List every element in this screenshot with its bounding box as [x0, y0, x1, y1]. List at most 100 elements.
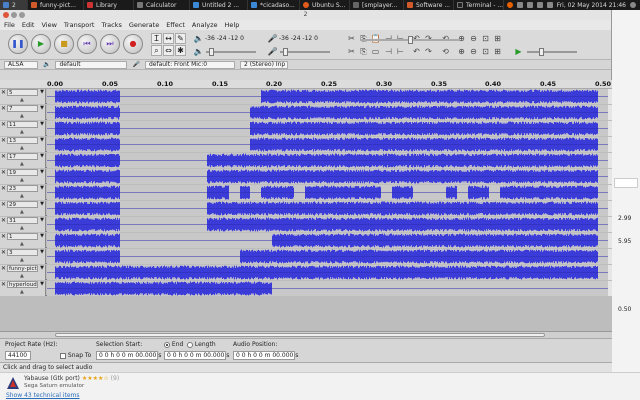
timeline-ruler[interactable]: 0.00 0.05 0.10 0.15 0.20 0.25 0.30 0.35 …: [0, 80, 612, 89]
length-radio[interactable]: Length: [187, 341, 216, 348]
close-track-icon[interactable]: ✕: [1, 201, 6, 208]
waveform-area[interactable]: [47, 169, 608, 184]
track-control-panel[interactable]: ✕ 7 ▼ ▲: [0, 105, 46, 120]
audio-track[interactable]: ✕ 17 ▼ ▲: [0, 153, 612, 168]
close-track-icon[interactable]: ✕: [1, 185, 6, 192]
audio-track[interactable]: ✕ 19 ▼ ▲: [0, 169, 612, 184]
cut-icon[interactable]: ✂: [346, 46, 357, 57]
zoom-tool-button[interactable]: ⌕: [151, 45, 162, 56]
close-track-icon[interactable]: ✕: [1, 105, 6, 112]
menu-effect[interactable]: Effect: [166, 21, 185, 29]
radio-dot[interactable]: [187, 341, 193, 348]
close-track-icon[interactable]: ✕: [1, 265, 6, 272]
sync-lock-icon[interactable]: ⟲: [440, 46, 451, 57]
fit-selection-icon[interactable]: ⊡: [480, 33, 491, 44]
track-control-panel[interactable]: ✕ 3 ▼ ▲: [0, 249, 46, 264]
collapse-track-icon[interactable]: ▲: [20, 257, 24, 263]
paste-icon[interactable]: ▭: [370, 46, 381, 57]
waveform-area[interactable]: [47, 281, 608, 296]
taskbar-item-terminal[interactable]: Terminal - ...: [454, 0, 504, 10]
collapse-track-icon[interactable]: ▲: [20, 145, 24, 151]
waveform-area[interactable]: [47, 185, 608, 200]
skip-start-button[interactable]: ⏮: [77, 34, 97, 54]
input-channels-select[interactable]: 2 (Stereo) Inp: [239, 60, 288, 69]
waveform-area[interactable]: [47, 217, 608, 232]
waveform-area[interactable]: [47, 265, 608, 280]
power-icon[interactable]: [630, 2, 636, 8]
menu-analyze[interactable]: Analyze: [192, 21, 218, 29]
selection-start-field[interactable]: 0 0 h 0 0 m 00.000 s: [96, 351, 161, 360]
close-track-icon[interactable]: ✕: [1, 153, 6, 160]
close-track-icon[interactable]: ✕: [1, 217, 6, 224]
fit-selection-icon[interactable]: ⊡: [480, 46, 491, 57]
collapse-track-icon[interactable]: ▲: [20, 177, 24, 183]
track-menu-arrow-icon[interactable]: ▼: [40, 105, 44, 112]
track-menu-arrow-icon[interactable]: ▼: [40, 137, 44, 144]
track-panel[interactable]: ✕ 5 ▼ ▲ ✕ 7 ▼ ▲ ✕ 11 ▼ ▲ ✕ 13 ▼ ▲ ✕ 17 ▼ ▲ ✕ 19 ▼ ▲: [0, 89, 612, 331]
project-rate-select[interactable]: 44100: [5, 351, 31, 360]
title-bar[interactable]: 2: [0, 10, 611, 20]
collapse-track-icon[interactable]: ▲: [20, 209, 24, 215]
taskbar-item-cicada[interactable]: *cicadaso...: [248, 0, 300, 10]
audio-track[interactable]: ✕ 13 ▼ ▲: [0, 137, 612, 152]
play-button[interactable]: ▶: [31, 34, 51, 54]
track-control-panel[interactable]: ✕ 13 ▼ ▲: [0, 137, 46, 152]
track-control-panel[interactable]: ✕ 1 ▼ ▲: [0, 233, 46, 248]
track-name-button[interactable]: 31: [7, 217, 38, 224]
maximize-window-icon[interactable]: [19, 12, 25, 18]
taskbar-item-smplayer[interactable]: [smplayer...: [350, 0, 404, 10]
track-name-button[interactable]: 5: [7, 89, 38, 96]
clock[interactable]: Fri, 02 May 2014 21:46: [557, 2, 626, 9]
close-window-icon[interactable]: [3, 12, 9, 18]
track-menu-arrow-icon[interactable]: ▼: [40, 185, 44, 192]
taskbar-item-untitled[interactable]: Untitled 2 ...: [190, 0, 248, 10]
mail-icon[interactable]: [526, 2, 533, 8]
end-radio[interactable]: End: [164, 341, 183, 348]
slider-knob[interactable]: [283, 48, 288, 56]
track-name-button[interactable]: 23: [7, 185, 38, 192]
audio-track[interactable]: ✕ 11 ▼ ▲: [0, 121, 612, 136]
battery-icon[interactable]: [546, 2, 553, 8]
waveform-area[interactable]: [47, 105, 608, 120]
track-menu-arrow-icon[interactable]: ▼: [40, 233, 44, 240]
track-menu-arrow-icon[interactable]: ▼: [40, 265, 44, 272]
speaker-icon[interactable]: 🔈: [193, 33, 204, 44]
checkbox-box[interactable]: [60, 352, 66, 359]
waveform-area[interactable]: [47, 233, 608, 248]
stop-button[interactable]: ■: [54, 34, 74, 54]
audio-host-select[interactable]: ALSA: [4, 60, 38, 69]
track-name-button[interactable]: 17: [7, 153, 38, 160]
multi-tool-button[interactable]: ✱: [175, 45, 186, 56]
track-control-panel[interactable]: ✕ 17 ▼ ▲: [0, 153, 46, 168]
firefox-icon[interactable]: [506, 2, 513, 8]
audio-track[interactable]: ✕ 7 ▼ ▲: [0, 105, 612, 120]
track-control-panel[interactable]: ✕ 5 ▼ ▲: [0, 89, 46, 104]
close-track-icon[interactable]: ✕: [1, 121, 6, 128]
input-device-select[interactable]: default: Front Mic:0: [144, 60, 235, 69]
output-device-select[interactable]: default: [55, 60, 128, 69]
copy-icon[interactable]: ⎘: [358, 46, 369, 57]
playback-speed-slider[interactable]: [360, 36, 460, 44]
track-name-button[interactable]: 1: [7, 233, 38, 240]
collapse-track-icon[interactable]: ▲: [20, 161, 24, 167]
menu-view[interactable]: View: [41, 21, 56, 29]
selection-end-field[interactable]: 0 0 h 0 0 m 00.000 s: [164, 351, 229, 360]
close-track-icon[interactable]: ✕: [1, 169, 6, 176]
play-at-speed-icon[interactable]: ▶: [513, 46, 524, 57]
menu-edit[interactable]: Edit: [22, 21, 35, 29]
track-control-panel[interactable]: ✕ 29 ▼ ▲: [0, 201, 46, 216]
close-track-icon[interactable]: ✕: [1, 249, 6, 256]
network-icon[interactable]: [516, 2, 523, 8]
draw-tool-button[interactable]: ✎: [175, 33, 186, 44]
menu-help[interactable]: Help: [225, 21, 240, 29]
taskbar-item-ubuntu[interactable]: Ubuntu S...: [300, 0, 350, 10]
track-menu-arrow-icon[interactable]: ▼: [40, 169, 44, 176]
track-menu-arrow-icon[interactable]: ▼: [40, 249, 44, 256]
track-control-panel[interactable]: ✕ 19 ▼ ▲: [0, 169, 46, 184]
silence-icon[interactable]: ⊢: [395, 46, 406, 57]
audio-track[interactable]: ✕ 5 ▼ ▲: [0, 89, 612, 104]
track-control-panel[interactable]: ✕ hyperloud ▼ ▲: [0, 281, 46, 296]
minimize-window-icon[interactable]: [11, 12, 17, 18]
microphone-icon[interactable]: 🎤: [267, 33, 278, 44]
audio-track[interactable]: ✕ 23 ▼ ▲: [0, 185, 612, 200]
